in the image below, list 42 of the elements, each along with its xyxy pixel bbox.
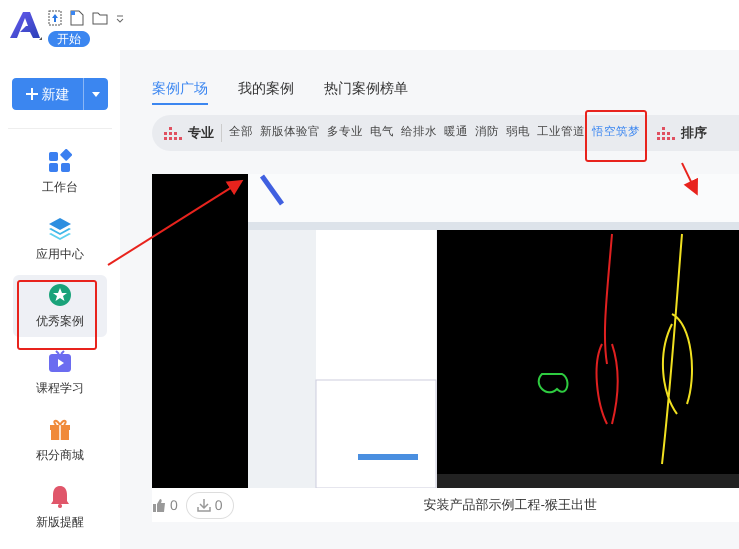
download-button[interactable]: 0 [186,492,234,518]
sort-icon [657,126,675,140]
dropdown-icon[interactable] [116,13,124,23]
filter-label: 专业 [188,124,214,142]
filter-option[interactable]: 暖通 [444,124,468,142]
new-button[interactable]: 新建 [12,78,84,110]
sidebar-item[interactable]: 工作台 [13,141,107,203]
annotation-arrow [681,162,698,196]
bell-icon [48,484,72,508]
download-icon [196,498,211,512]
new-file-icon[interactable] [70,10,84,26]
grid-icon [48,148,72,172]
filter-option[interactable]: 新版体验官 [260,124,320,142]
sidebar-item[interactable]: 积分商城 [13,409,107,471]
sidebar-item[interactable]: 应用中心 [13,208,107,270]
filter-option[interactable]: 工业管道 [537,124,585,142]
thumbs-up-icon[interactable] [152,498,166,512]
sidebar-item[interactable]: 新版提醒 [13,476,107,538]
filter-option[interactable]: 消防 [475,124,499,142]
like-count: 0 [170,496,178,514]
highlight-frame [585,110,647,162]
plus-icon [26,88,38,100]
caret-icon [92,92,100,96]
upload-icon[interactable] [48,10,62,26]
filter-option[interactable]: 多专业 [327,124,363,142]
sidebar-item[interactable]: 优秀案例 [13,275,107,337]
category-icon [164,126,182,140]
filter-option[interactable]: 弱电 [506,124,530,142]
start-button[interactable]: 开始 [48,31,90,47]
sidebar-item[interactable]: 课程学习 [13,342,107,404]
play-screen-icon [48,350,72,374]
folder-icon[interactable] [92,11,108,25]
tab[interactable]: 热门案例榜单 [324,78,408,105]
filter-option[interactable]: 给排水 [401,124,437,142]
filter-option[interactable]: 全部 [229,124,253,142]
dropdown-button[interactable] [84,78,108,110]
layers-icon [48,216,72,240]
tab[interactable]: 我的案例 [238,78,294,105]
star-badge-icon [48,282,72,306]
sort-label[interactable]: 排序 [681,123,707,143]
filter-option[interactable]: 电气 [370,124,394,142]
case-title: 安装产品部示例工程-猴王出世 [422,496,597,514]
